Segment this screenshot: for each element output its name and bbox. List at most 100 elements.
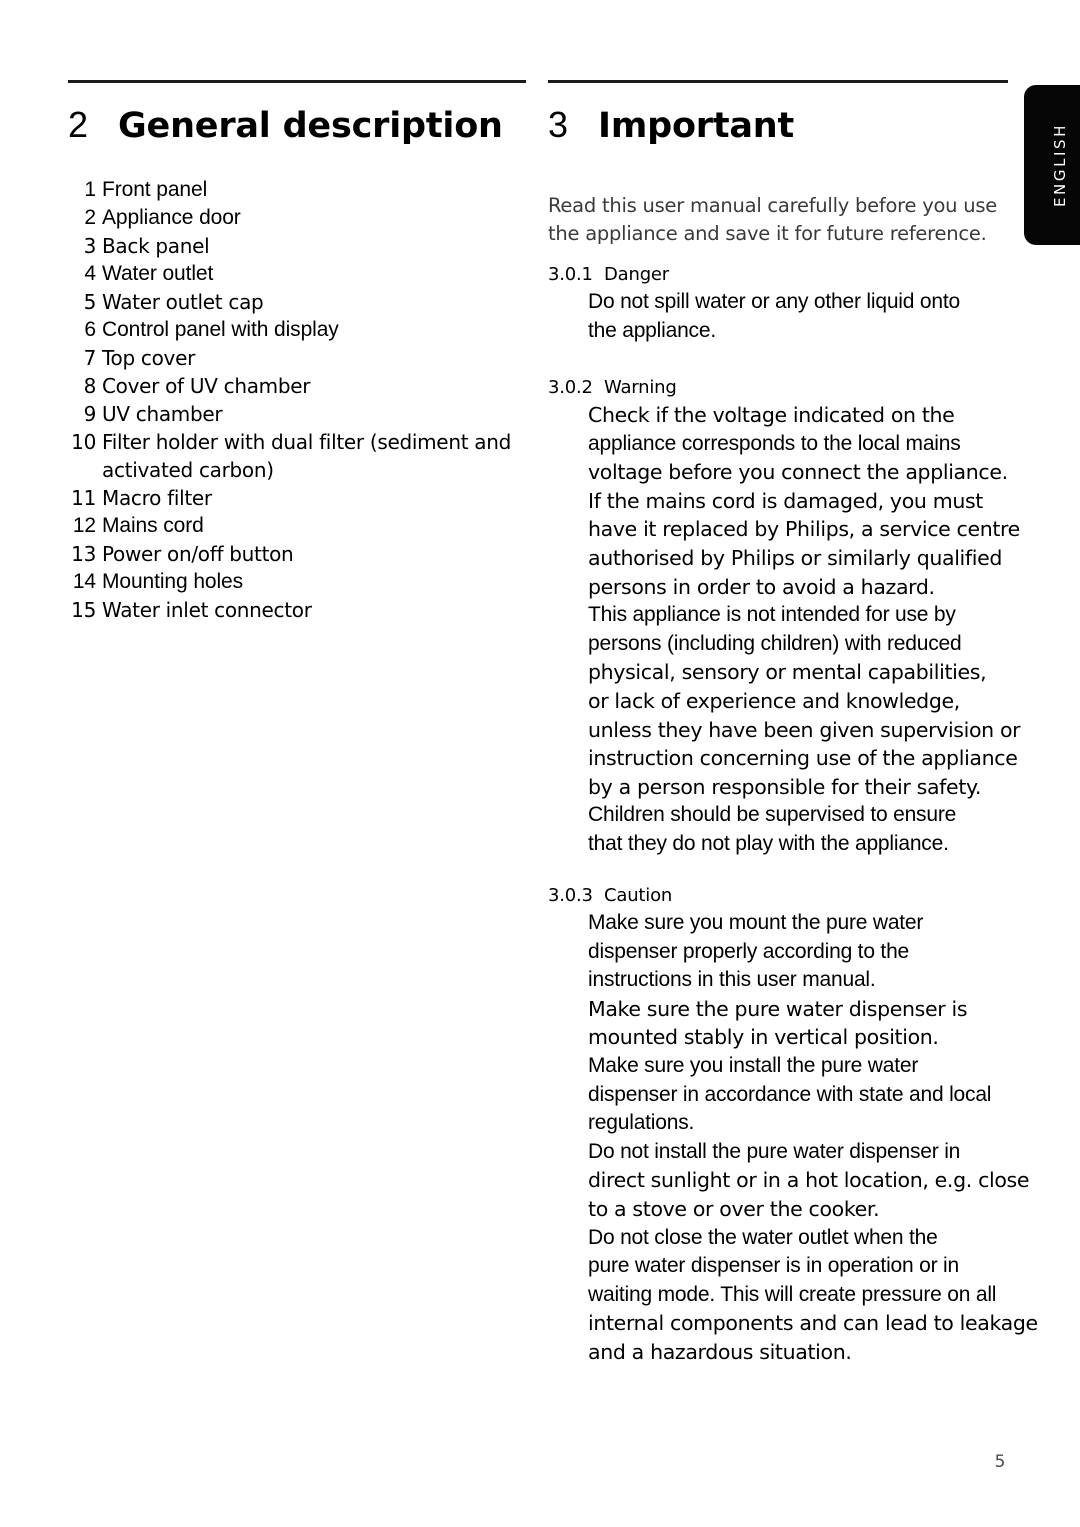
part-list-item-label: Water outlet cap bbox=[102, 290, 264, 314]
body-line: persons in order to avoid a hazard. bbox=[588, 574, 935, 599]
part-list-item-number: 8 bbox=[83, 374, 97, 398]
part-list-item-number: 2 bbox=[84, 206, 96, 229]
part-list-item-number: 15 bbox=[71, 598, 96, 622]
body-line: by a person responsible for their safety… bbox=[588, 774, 982, 799]
part-list-item-number: 12 bbox=[72, 514, 96, 537]
body-line: or lack of experience and knowledge, bbox=[588, 688, 960, 713]
part-list-item: 15 Water inlet connector bbox=[68, 596, 528, 624]
part-list-item: 1 Front panel bbox=[68, 176, 528, 204]
body-line: regulations. bbox=[588, 1111, 695, 1135]
part-list-item-number: 6 bbox=[84, 318, 96, 341]
language-tab-label: ENGLISH bbox=[1051, 122, 1069, 208]
body-line: to a stove or over the cooker. bbox=[588, 1196, 880, 1221]
part-list-item-label: Water outlet bbox=[102, 262, 214, 285]
part-list-item-label: UV chamber bbox=[102, 402, 223, 426]
page-number: 5 bbox=[994, 1452, 1006, 1472]
part-list-item: 13 Power on/off button bbox=[68, 540, 528, 568]
body-line: mounted stably in vertical position. bbox=[588, 1025, 939, 1050]
body-line: Make sure you install the pure water bbox=[588, 1053, 919, 1077]
part-list-item-number: 7 bbox=[83, 346, 97, 370]
right-chapter-number: 3 bbox=[548, 104, 568, 145]
body-line: have it replaced by Philips, a service c… bbox=[588, 517, 1020, 542]
part-list-item-label: Water inlet connector bbox=[102, 598, 312, 622]
subsection-danger-body: Do not spill water or any other liquid o… bbox=[588, 288, 1048, 345]
body-line: direct sunlight or in a hot location, e.… bbox=[588, 1168, 1030, 1193]
manual-page: 2 General description 1 Front panel 2 Appli… bbox=[0, 0, 1080, 1527]
body-line: dispenser in accordance with state and l… bbox=[588, 1082, 992, 1106]
body-line: Do not close the water outlet when the bbox=[588, 1225, 938, 1249]
body-line: instructions in this user manual. bbox=[588, 968, 876, 992]
body-line: and a hazardous situation. bbox=[588, 1339, 852, 1364]
body-line: Check if the voltage indicated on the bbox=[588, 403, 955, 427]
part-list-item: 12 Mains cord bbox=[68, 512, 528, 540]
subsection-caution: 3.0.3 Caution Make sure you mount the pu… bbox=[548, 883, 1048, 1367]
subsection-warning-number: 3.0.2 bbox=[548, 377, 593, 398]
subsection-warning: 3.0.2 Warning Check if the voltage indic… bbox=[548, 375, 1048, 859]
body-line: authorised by Philips or similarly quali… bbox=[588, 545, 1003, 570]
body-line: pure water dispenser is in operation or … bbox=[588, 1254, 959, 1278]
part-list-item-number: 3 bbox=[83, 234, 97, 258]
part-list-item: 6 Control panel with display bbox=[68, 316, 528, 344]
important-intro-paragraph: Read this user manual carefully before y… bbox=[548, 193, 997, 245]
body-line: physical, sensory or mental capabilities… bbox=[588, 660, 987, 685]
body-line: persons (including children) with reduce… bbox=[588, 631, 962, 655]
part-list-item: 2 Appliance door bbox=[68, 204, 528, 232]
subsection-warning-title: Warning bbox=[604, 377, 677, 398]
part-list-item-label: Macro filter bbox=[102, 486, 212, 510]
left-chapter-title: General description bbox=[118, 106, 503, 146]
part-list-item: 7 Top cover bbox=[68, 344, 528, 372]
part-list-item: 14 Mounting holes bbox=[68, 568, 528, 596]
body-line: the appliance. bbox=[588, 318, 716, 342]
part-list-item-label: activated carbon) bbox=[102, 458, 274, 482]
body-line: voltage before you connect the appliance… bbox=[588, 460, 1008, 485]
part-list-item-number: 5 bbox=[83, 290, 97, 314]
body-line: that they do not play with the appliance… bbox=[588, 831, 949, 855]
part-list-item-number: 10 bbox=[71, 430, 96, 454]
body-line: Make sure you mount the pure water bbox=[588, 911, 924, 934]
part-list-item-label: Back panel bbox=[102, 234, 210, 258]
body-line: unless they have been given supervision … bbox=[588, 717, 1021, 742]
part-list-item-number: 4 bbox=[84, 262, 96, 285]
subsection-danger: 3.0.1 Danger Do not spill water or any o… bbox=[548, 262, 1048, 345]
part-list-item-label: Front panel bbox=[102, 178, 208, 201]
left-column-rule bbox=[68, 80, 526, 83]
right-chapter-heading: 3 Important bbox=[548, 103, 794, 148]
body-line: Make sure the pure water dispenser is bbox=[588, 996, 968, 1021]
subsection-warning-body: Check if the voltage indicated on the app… bbox=[588, 401, 1048, 859]
part-list-item-label: Appliance door bbox=[102, 206, 241, 229]
language-tab-english: ENGLISH bbox=[1024, 85, 1080, 245]
part-list-item-number: 14 bbox=[72, 570, 96, 593]
part-list-item-label: Cover of UV chamber bbox=[102, 374, 311, 398]
right-chapter-title: Important bbox=[598, 106, 795, 146]
subsection-danger-heading: 3.0.1 Danger bbox=[548, 262, 1048, 288]
body-line: Do not spill water or any other liquid o… bbox=[588, 290, 960, 313]
subsection-warning-heading: 3.0.2 Warning bbox=[548, 375, 1048, 401]
part-list-item-label: Top cover bbox=[102, 346, 196, 370]
subsection-danger-title: Danger bbox=[604, 264, 669, 285]
part-list-item: activated carbon) bbox=[68, 456, 528, 484]
body-line: This appliance is not intended for use b… bbox=[588, 603, 956, 627]
part-list-item-number: 13 bbox=[71, 542, 96, 566]
part-list-item-label: Mains cord bbox=[102, 514, 204, 537]
body-line: Do not install the pure water dispenser … bbox=[588, 1139, 961, 1163]
body-line: waiting mode. This will create pressure … bbox=[588, 1282, 997, 1306]
right-column-rule bbox=[548, 80, 1008, 83]
part-list-item-label: Control panel with display bbox=[102, 318, 339, 341]
body-line: Children should be supervised to ensure bbox=[588, 803, 957, 827]
body-line: internal components and can lead to leak… bbox=[588, 1311, 1038, 1336]
left-chapter-heading: 2 General description bbox=[68, 103, 503, 148]
part-list-item: 11 Macro filter bbox=[68, 484, 528, 512]
left-chapter-number: 2 bbox=[68, 104, 88, 145]
body-line: instruction concerning use of the applia… bbox=[588, 746, 1018, 771]
part-list-item-number: 1 bbox=[84, 178, 96, 201]
part-list-item: 10 Filter holder with dual filter (sedime… bbox=[68, 428, 528, 456]
subsection-caution-title: Caution bbox=[604, 885, 673, 906]
body-line: If the mains cord is damaged, you must bbox=[588, 488, 983, 513]
subsection-caution-heading: 3.0.3 Caution bbox=[548, 883, 1048, 909]
subsection-danger-number: 3.0.1 bbox=[548, 264, 593, 285]
body-line: dispenser properly according to the bbox=[588, 939, 910, 963]
part-list-item-label: Power on/off button bbox=[102, 542, 294, 566]
subsection-caution-number: 3.0.3 bbox=[548, 885, 593, 906]
part-list-item-number: 11 bbox=[71, 486, 96, 510]
part-list-item: 8 Cover of UV chamber bbox=[68, 372, 528, 400]
